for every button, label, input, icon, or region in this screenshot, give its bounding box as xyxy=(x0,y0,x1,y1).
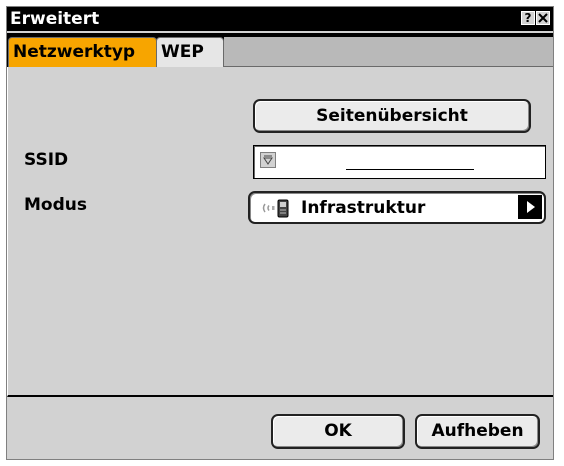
dropdown-arrow-icon[interactable] xyxy=(260,152,276,168)
ssid-label: SSID xyxy=(24,150,69,170)
cancel-label: Aufheben xyxy=(431,421,524,441)
help-icon[interactable]: ? xyxy=(521,11,535,25)
dialog-footer: OK Aufheben xyxy=(7,397,553,459)
tab-strip: Netzwerktyp WEP xyxy=(7,33,553,67)
tab-content-panel: Seitenübersicht SSID Modus Infrastruktur xyxy=(7,67,553,397)
chevron-right-icon[interactable] xyxy=(518,195,542,219)
ok-label: OK xyxy=(324,421,352,441)
mode-select[interactable]: Infrastruktur xyxy=(248,191,546,224)
ssid-input[interactable] xyxy=(253,145,546,179)
ok-button[interactable]: OK xyxy=(271,414,405,449)
mode-value: Infrastruktur xyxy=(301,198,426,218)
title-bar: Erweitert ? xyxy=(7,7,553,31)
close-icon[interactable] xyxy=(536,11,550,25)
cancel-button[interactable]: Aufheben xyxy=(415,414,540,449)
tab-strip-filler xyxy=(224,37,553,67)
wireless-signal-icon xyxy=(258,197,294,219)
ssid-underline xyxy=(346,169,474,170)
tab-label: WEP xyxy=(161,42,204,62)
tab-label: Netzwerktyp xyxy=(13,42,136,62)
site-survey-label: Seitenübersicht xyxy=(316,106,468,126)
window-title: Erweitert xyxy=(10,9,100,29)
site-survey-button[interactable]: Seitenübersicht xyxy=(253,99,531,133)
tab-wep[interactable]: WEP xyxy=(156,37,224,67)
mode-label: Modus xyxy=(24,195,87,215)
tab-network-type[interactable]: Netzwerktyp xyxy=(8,37,157,67)
advanced-dialog: Erweitert ? Netzwerktyp WEP Seitenübersi… xyxy=(6,6,554,460)
